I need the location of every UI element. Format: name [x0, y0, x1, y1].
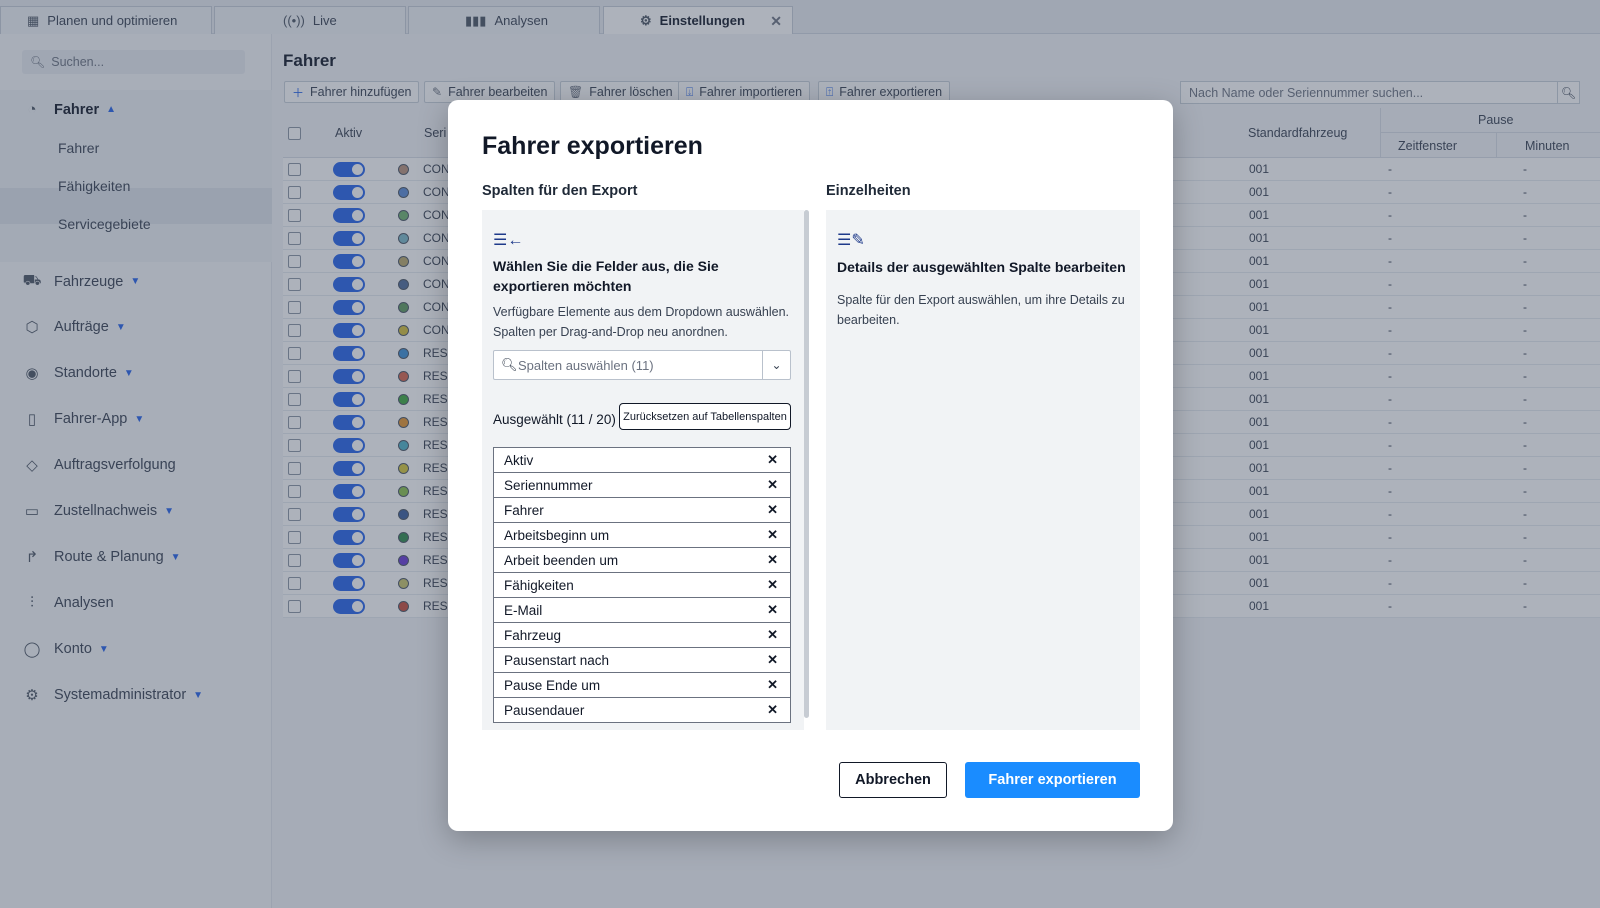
- selected-column-item[interactable]: Aktiv ✕: [493, 447, 791, 473]
- details-description: Spalte für den Export auswählen, um ihre…: [837, 293, 1125, 327]
- remove-icon[interactable]: ✕: [767, 602, 778, 618]
- selected-column-item[interactable]: Pausenstart nach ✕: [493, 647, 791, 673]
- remove-icon[interactable]: ✕: [767, 477, 778, 493]
- list-edit-icon: ☰✎: [837, 232, 865, 249]
- remove-icon[interactable]: ✕: [767, 677, 778, 693]
- chevron-down-icon[interactable]: ⌄: [762, 351, 790, 379]
- columns-scrollbar[interactable]: [804, 210, 809, 718]
- columns-heading: Wählen Sie die Felder aus, die Sie expor…: [493, 258, 719, 294]
- selected-column-item[interactable]: Arbeitsbeginn um ✕: [493, 522, 791, 548]
- selected-count: Ausgewählt (11 / 20): [493, 412, 616, 427]
- column-label: Pausenstart nach: [504, 652, 610, 668]
- column-label: Arbeitsbeginn um: [504, 527, 610, 543]
- selected-column-item[interactable]: Seriennummer ✕: [493, 472, 791, 498]
- export-columns-panel: ☰← Wählen Sie die Felder aus, die Sie ex…: [482, 210, 804, 730]
- selected-column-item[interactable]: Arbeit beenden um ✕: [493, 547, 791, 573]
- selected-columns-list: Aktiv ✕ Seriennummer ✕ Fahrer ✕ Arbeitsbeginn …: [493, 447, 791, 723]
- dialog-title: Fahrer exportieren: [482, 132, 703, 160]
- column-label: Fahrzeug: [504, 627, 562, 643]
- remove-icon[interactable]: ✕: [767, 577, 778, 593]
- details-heading: Details der ausgewählten Spalte bearbeit…: [837, 259, 1126, 275]
- remove-icon[interactable]: ✕: [767, 702, 778, 718]
- column-select-dropdown[interactable]: 🔍︎ Spalten auswählen (11) ⌄: [493, 350, 791, 380]
- column-label: Aktiv: [504, 452, 534, 468]
- details-label: Einzelheiten: [826, 183, 911, 199]
- selected-column-item[interactable]: Pause Ende um ✕: [493, 672, 791, 698]
- remove-icon[interactable]: ✕: [767, 652, 778, 668]
- column-label: Fähigkeiten: [504, 577, 574, 593]
- selected-column-item[interactable]: Fahrer ✕: [493, 497, 791, 523]
- selected-column-item[interactable]: Fähigkeiten ✕: [493, 572, 791, 598]
- list-arrow-icon: ☰←: [493, 232, 524, 249]
- column-label: Pausendauer: [504, 702, 585, 718]
- selected-column-item[interactable]: Fahrzeug ✕: [493, 622, 791, 648]
- column-label: Fahrer: [504, 502, 544, 518]
- column-label: Seriennummer: [504, 477, 593, 493]
- remove-icon[interactable]: ✕: [767, 452, 778, 468]
- remove-icon[interactable]: ✕: [767, 627, 778, 643]
- column-label: Arbeit beenden um: [504, 552, 619, 568]
- export-dialog: Fahrer exportieren Spalten für den Expor…: [448, 100, 1173, 831]
- search-icon: 🔍︎: [501, 357, 518, 372]
- cancel-button[interactable]: Abbrechen: [839, 762, 947, 798]
- remove-icon[interactable]: ✕: [767, 502, 778, 518]
- selected-column-item[interactable]: E-Mail ✕: [493, 597, 791, 623]
- reset-columns-button[interactable]: Zurücksetzen auf Tabellenspalten: [619, 403, 791, 430]
- columns-description: Verfügbare Elemente aus dem Dropdown aus…: [493, 305, 790, 339]
- export-confirm-button[interactable]: Fahrer exportieren: [965, 762, 1140, 798]
- remove-icon[interactable]: ✕: [767, 527, 778, 543]
- details-panel: ☰✎ Details der ausgewählten Spalte bearb…: [826, 210, 1140, 730]
- column-label: E-Mail: [504, 602, 543, 618]
- select-placeholder: Spalten auswählen (11): [518, 357, 654, 373]
- remove-icon[interactable]: ✕: [767, 552, 778, 568]
- export-columns-label: Spalten für den Export: [482, 183, 638, 199]
- column-label: Pause Ende um: [504, 677, 601, 693]
- selected-column-item[interactable]: Pausendauer ✕: [493, 697, 791, 723]
